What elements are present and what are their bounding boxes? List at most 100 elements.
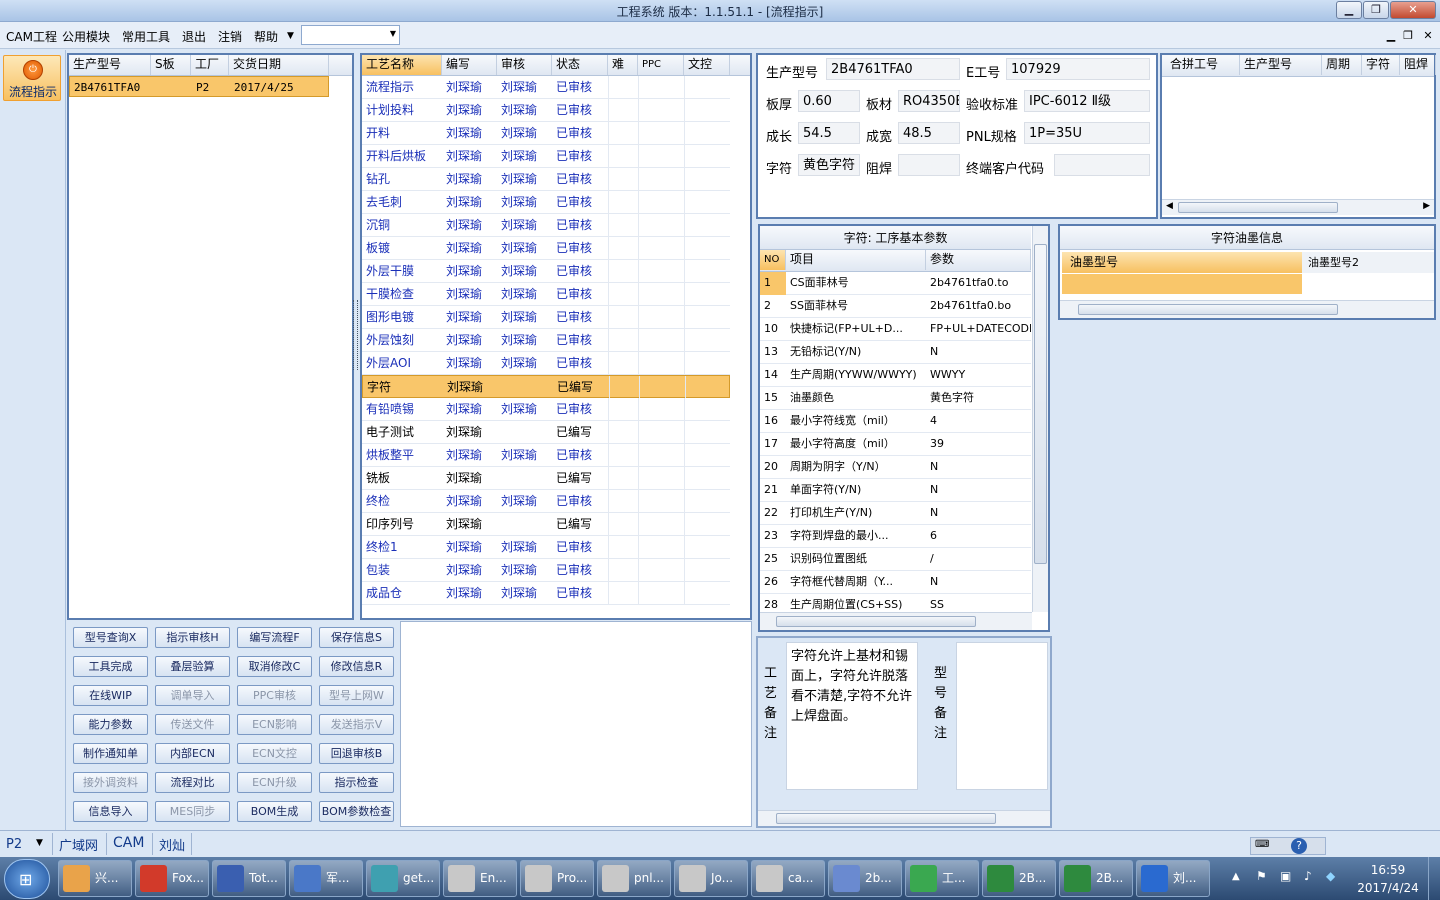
table-row[interactable]: 包装 刘琛瑜 刘琛瑜 已审核 [362, 559, 730, 582]
header-doc-control[interactable]: 文控 [684, 55, 730, 75]
menu-tools[interactable]: 常用工具 [122, 28, 170, 45]
chevron-down-icon[interactable]: ▼ [390, 29, 396, 38]
action-button[interactable]: PPC审核 [237, 685, 312, 706]
table-row[interactable]: 15 油墨颜色 黄色字符 [760, 387, 1031, 410]
action-button[interactable]: 传送文件 [155, 714, 230, 735]
action-button[interactable]: BOM生成 [237, 801, 312, 822]
menu-logout[interactable]: 注销 [218, 28, 242, 45]
table-row[interactable]: 计划投料 刘琛瑜 刘琛瑜 已审核 [362, 99, 730, 122]
header-merge-mask[interactable]: 阻焊 [1400, 55, 1436, 75]
taskbar-app-button[interactable]: Pro... [520, 860, 594, 897]
table-row[interactable]: 28 生产周期位置(CS+SS) SS [760, 594, 1031, 612]
table-row[interactable]: 2B4761TFA0 P2 2017/4/25 [69, 76, 329, 97]
action-button[interactable]: 能力参数 [73, 714, 148, 735]
mdi-close-icon[interactable]: ✕ [1420, 29, 1436, 43]
action-button[interactable]: 保存信息S [319, 627, 394, 648]
action-button[interactable]: 指示审核H [155, 627, 230, 648]
header-ink-model2[interactable]: 油墨型号2 [1302, 252, 1434, 273]
table-row[interactable]: 外层蚀刻 刘琛瑜 刘琛瑜 已审核 [362, 329, 730, 352]
action-button[interactable]: 叠层验算 [155, 656, 230, 677]
help-icon[interactable]: ? [1291, 838, 1307, 854]
taskbar-app-button[interactable]: Fox... [135, 860, 209, 897]
table-row[interactable]: 13 无铅标记(Y/N) N [760, 341, 1031, 364]
flow-instruction-button[interactable]: ⏻ 流程指示 [3, 55, 61, 101]
menu-exit[interactable]: 退出 [182, 28, 206, 45]
scroll-thumb[interactable] [1178, 202, 1338, 213]
mdi-restore-icon[interactable]: ❐ [1400, 29, 1416, 43]
model-note-text[interactable] [956, 642, 1048, 790]
taskbar-app-button[interactable]: 兴... [58, 860, 132, 897]
close-button[interactable]: ✕ [1390, 1, 1436, 19]
table-row[interactable]: 干膜检查 刘琛瑜 刘琛瑜 已审核 [362, 283, 730, 306]
table-row[interactable]: 有铅喷锡 刘琛瑜 刘琛瑜 已审核 [362, 398, 730, 421]
action-button[interactable]: 型号上网W [319, 685, 394, 706]
action-button[interactable]: ECN影响 [237, 714, 312, 735]
field-length[interactable]: 54.5 [798, 122, 860, 144]
action-button[interactable]: 回退审核B [319, 743, 394, 764]
ink-hscroll[interactable] [1060, 300, 1434, 318]
table-row[interactable]: 去毛刺 刘琛瑜 刘琛瑜 已审核 [362, 191, 730, 214]
tray-flag-icon[interactable]: ⚑ [1256, 869, 1267, 883]
mdi-minimize-icon[interactable]: ▁ [1383, 29, 1399, 43]
show-desktop-button[interactable] [1428, 857, 1440, 900]
action-button[interactable]: 接外调资料 [73, 772, 148, 793]
header-no[interactable]: NO [760, 250, 786, 270]
header-model[interactable]: 生产型号 [69, 55, 151, 75]
table-row[interactable]: 烘板整平 刘琛瑜 刘琛瑜 已审核 [362, 444, 730, 467]
table-row[interactable]: 电子测试 刘琛瑜 已编写 [362, 421, 730, 444]
table-row[interactable]: 终检1 刘琛瑜 刘琛瑜 已审核 [362, 536, 730, 559]
header-ink-model[interactable]: 油墨型号 [1062, 252, 1302, 273]
action-button[interactable]: 调单导入 [155, 685, 230, 706]
table-row[interactable]: 2 SS面菲林号 2b4761tfa0.bo [760, 295, 1031, 318]
table-row[interactable]: 外层AOI 刘琛瑜 刘琛瑜 已审核 [362, 352, 730, 375]
header-merge-char[interactable]: 字符 [1362, 55, 1400, 75]
table-row[interactable]: 外层干膜 刘琛瑜 刘琛瑜 已审核 [362, 260, 730, 283]
scroll-thumb[interactable] [1078, 304, 1338, 315]
scroll-thumb[interactable] [1034, 244, 1047, 564]
field-material[interactable]: RO4350B [898, 90, 960, 112]
taskbar-app-button[interactable]: Tot... [212, 860, 286, 897]
table-row[interactable]: 铣板 刘琛瑜 已编写 [362, 467, 730, 490]
field-client-code[interactable] [1054, 154, 1150, 176]
menu-combo[interactable]: ▼ [301, 25, 400, 45]
action-button[interactable]: 型号查询X [73, 627, 148, 648]
ink-row-selected[interactable] [1062, 274, 1302, 294]
field-standard[interactable]: IPC-6012 Ⅱ级 [1024, 90, 1150, 112]
action-button[interactable]: ECN升级 [237, 772, 312, 793]
table-row[interactable]: 21 单面字符(Y/N) N [760, 479, 1031, 502]
taskbar-app-button[interactable]: ca... [751, 860, 825, 897]
taskbar-app-button[interactable]: pnl... [597, 860, 671, 897]
header-delivery-date[interactable]: 交货日期 [229, 55, 329, 75]
table-row[interactable]: 字符 刘琛瑜 已编写 [362, 375, 730, 398]
action-button[interactable]: ECN文控 [237, 743, 312, 764]
table-row[interactable]: 20 周期为阴字（Y/N） N [760, 456, 1031, 479]
table-row[interactable]: 开料后烘板 刘琛瑜 刘琛瑜 已审核 [362, 145, 730, 168]
scroll-left-icon[interactable]: ◀ [1166, 201, 1173, 211]
menu-public[interactable]: 公用模块 [62, 28, 110, 45]
action-button[interactable]: 指示检查 [319, 772, 394, 793]
start-button[interactable]: ⊞ [4, 859, 50, 899]
params-vscroll[interactable] [1032, 226, 1048, 612]
action-button[interactable]: 内部ECN [155, 743, 230, 764]
field-width[interactable]: 48.5 [898, 122, 960, 144]
tray-mini-panel[interactable]: ⌨ ? [1250, 837, 1326, 855]
header-writer[interactable]: 编写 [442, 55, 497, 75]
table-row[interactable]: 10 快捷标记(FP+UL+D... FP+UL+DATECODE [760, 318, 1031, 341]
action-button[interactable]: BOM参数检查 [319, 801, 394, 822]
menu-help[interactable]: 帮助 [254, 28, 278, 45]
chevron-down-icon[interactable]: ▼ [36, 838, 43, 848]
table-row[interactable]: 板镀 刘琛瑜 刘琛瑜 已审核 [362, 237, 730, 260]
header-ppc[interactable]: PPC [638, 55, 684, 75]
scroll-thumb[interactable] [776, 616, 976, 627]
table-row[interactable]: 17 最小字符高度（mil） 39 [760, 433, 1031, 456]
action-button[interactable]: 修改信息R [319, 656, 394, 677]
scroll-thumb[interactable] [776, 813, 996, 824]
header-reviewer[interactable]: 审核 [497, 55, 552, 75]
maximize-button[interactable]: ❐ [1363, 1, 1389, 19]
table-row[interactable]: 终检 刘琛瑜 刘琛瑜 已审核 [362, 490, 730, 513]
action-button[interactable]: 在线WIP [73, 685, 148, 706]
table-row[interactable]: 图形电镀 刘琛瑜 刘琛瑜 已审核 [362, 306, 730, 329]
table-row[interactable]: 开料 刘琛瑜 刘琛瑜 已审核 [362, 122, 730, 145]
field-e-no[interactable]: 107929 [1006, 58, 1150, 80]
table-row[interactable]: 钻孔 刘琛瑜 刘琛瑜 已审核 [362, 168, 730, 191]
